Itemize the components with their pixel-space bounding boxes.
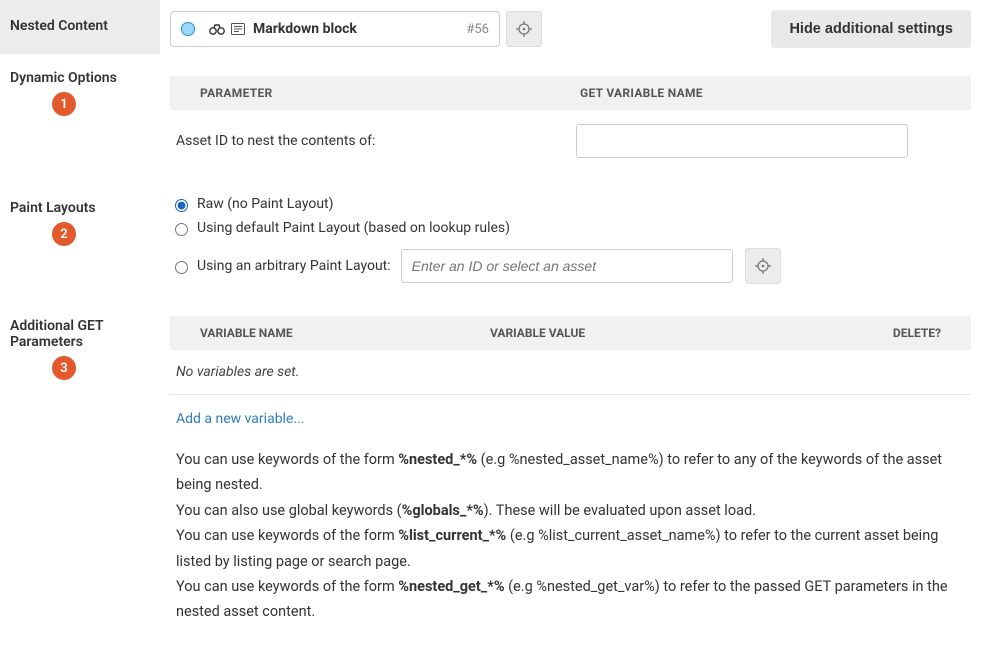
paint-label-default: Using default Paint Layout (based on loo… xyxy=(197,220,510,236)
paint-option-raw[interactable]: Raw (no Paint Layout) xyxy=(170,192,971,216)
col-parameter: PARAMETER xyxy=(200,86,580,100)
add-new-variable-link[interactable]: Add a new variable... xyxy=(170,395,971,447)
step-badge-2: 2 xyxy=(52,222,76,246)
asset-name: Markdown block xyxy=(253,21,466,37)
getparams-table-header: VARIABLE NAME VARIABLE VALUE DELETE? xyxy=(170,316,971,350)
arbitrary-target-picker-button[interactable] xyxy=(745,248,781,284)
paint-radio-default[interactable] xyxy=(175,223,188,236)
asset-id-param-label: Asset ID to nest the contents of: xyxy=(176,133,576,149)
paint-label-raw: Raw (no Paint Layout) xyxy=(197,196,334,212)
additional-get-parameters-section: Additional GET Parameters 3 VARIABLE NAM… xyxy=(0,306,981,645)
section-label-nested: Nested Content xyxy=(0,0,160,54)
section-label-getparams: Additional GET Parameters xyxy=(10,318,150,350)
paint-option-arbitrary: Using an arbitrary Paint Layout: xyxy=(170,240,971,288)
asset-chip[interactable]: Markdown block #56 xyxy=(170,11,500,47)
hide-additional-settings-button[interactable]: Hide additional settings xyxy=(771,10,971,48)
col-delete: DELETE? xyxy=(871,326,941,340)
col-get-variable: GET VARIABLE NAME xyxy=(580,86,703,100)
paint-label-arbitrary: Using an arbitrary Paint Layout: xyxy=(197,258,391,274)
dynamic-row-asset-id: Asset ID to nest the contents of: xyxy=(170,110,971,178)
paint-option-default[interactable]: Using default Paint Layout (based on loo… xyxy=(170,216,971,240)
step-badge-3: 3 xyxy=(52,356,76,380)
dynamic-table-header: PARAMETER GET VARIABLE NAME xyxy=(170,76,971,110)
asset-id: #56 xyxy=(466,22,489,37)
dynamic-options-section: Dynamic Options 1 PARAMETER GET VARIABLE… xyxy=(0,58,981,178)
help-text: You can use keywords of the form %nested… xyxy=(170,447,971,645)
asset-type-icon xyxy=(231,23,245,35)
col-variable-name: VARIABLE NAME xyxy=(200,326,490,340)
paint-radio-arbitrary[interactable] xyxy=(175,261,188,274)
step-badge-1: 1 xyxy=(52,92,76,116)
section-label-paint: Paint Layouts xyxy=(10,200,150,216)
arbitrary-paint-layout-input[interactable] xyxy=(401,249,733,283)
target-picker-button[interactable] xyxy=(506,11,542,47)
section-label-dynamic: Dynamic Options xyxy=(10,70,150,86)
paint-radio-raw[interactable] xyxy=(175,199,188,212)
binoculars-icon xyxy=(209,23,225,35)
col-variable-value: VARIABLE VALUE xyxy=(490,326,871,340)
no-variables-message: No variables are set. xyxy=(170,350,971,395)
paint-layouts-section: Paint Layouts 2 Raw (no Paint Layout) Us… xyxy=(0,188,981,288)
status-circle-icon xyxy=(181,22,195,36)
nested-content-section: Nested Content Markdown block #56 Hide a… xyxy=(0,0,981,58)
asset-id-get-var-input[interactable] xyxy=(576,124,908,158)
